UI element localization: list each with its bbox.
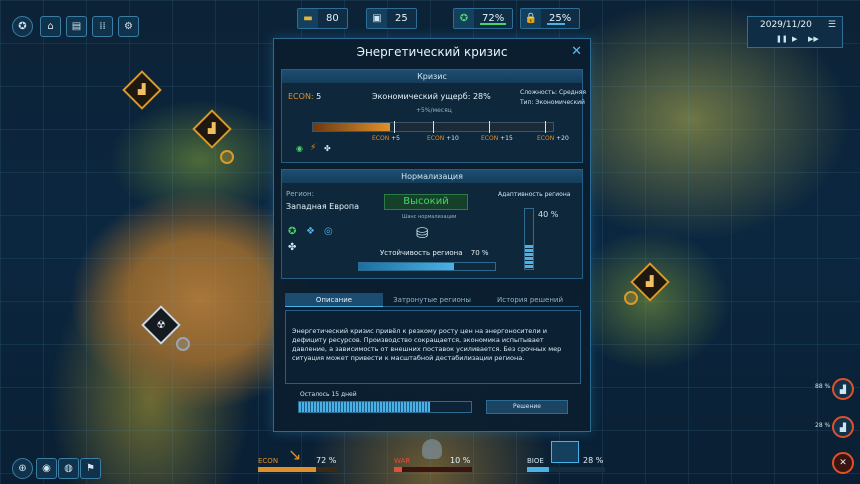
money-icon: ▬ [298, 9, 318, 28]
radiation-icon: ☢ [156, 319, 166, 331]
crisis-header: Кризис [282, 70, 582, 83]
stability-bar [358, 262, 496, 271]
damage-track [312, 121, 554, 133]
resource-money: ▬ 80 [297, 8, 348, 29]
right-indicator-value: 28 % [815, 422, 831, 429]
damage-rate: +5%/месяц [416, 107, 452, 114]
right-indicator-value: 88 % [815, 383, 831, 390]
region-label: Регион: [286, 190, 314, 198]
remaining-time: Осталось 15 дней [300, 391, 357, 398]
region-modifiers: ✪ ❖ ◎ ✤ [286, 226, 350, 258]
war-meter: WAR 10 % [394, 439, 472, 477]
bank-icon[interactable]: ⌂ [40, 16, 61, 37]
crisis-dialog: Энергетический кризис ✕ Кризис ECON: 5 Э… [273, 38, 591, 432]
document-icon[interactable]: ▤ [66, 16, 87, 37]
econ-meter: ECON ↘ 72 % [258, 445, 338, 477]
war-meter-fill [394, 467, 402, 472]
normalization-panel: Нормализация Регион: Западная Европа ✪ ❖… [281, 169, 583, 279]
remaining-bar [298, 401, 472, 413]
factory-alert-icon[interactable]: ▟ [832, 378, 854, 400]
econ-label: ECON: [288, 92, 314, 101]
layers-icon[interactable]: ◉ [36, 458, 57, 479]
damage-label: Экономический ущерб: [372, 92, 471, 101]
list-menu-icon[interactable]: ☰ [828, 20, 836, 30]
game-date: 2029/11/20 [760, 20, 812, 30]
settings-gear-icon[interactable]: ⚙ [118, 16, 139, 37]
stability-label: Устойчивость региона [380, 249, 463, 257]
decision-button[interactable]: Решение [486, 400, 568, 414]
flag-icon[interactable]: ⚑ [80, 458, 101, 479]
bio-meter-fill [527, 467, 549, 472]
tab-description[interactable]: Описание [285, 293, 383, 307]
resource-lock: 🔒 25% [520, 8, 581, 29]
modifier-icon[interactable]: ✤ [288, 242, 296, 253]
factory-icon: ▟ [138, 84, 146, 96]
adaptivity-bar-fill [525, 245, 533, 269]
crisis-type: Тип: Экономический [520, 99, 585, 106]
time-panel: 2029/11/20 ☰ ❚❚ ▶ ▶▶ [747, 16, 843, 48]
damage-track-fill [313, 123, 390, 131]
difficulty: Сложность: Средняя [520, 89, 586, 96]
description-panel: Энергетический кризис привёл к резкому р… [285, 310, 581, 384]
modifier-icon[interactable]: ◎ [324, 226, 333, 237]
tab-decision-history[interactable]: История решений [481, 293, 579, 307]
normalization-header: Нормализация [282, 170, 582, 183]
stability-value: 70 % [470, 249, 489, 257]
location-dot[interactable] [176, 337, 190, 351]
grid-menu-icon[interactable]: ⁞⁞ [92, 16, 113, 37]
location-dot[interactable] [624, 291, 638, 305]
dialog-title: Энергетический кризис [356, 45, 508, 59]
region-name: Западная Европа [286, 202, 360, 211]
bio-meter: BIOE 28 % [527, 441, 605, 477]
remaining-bar-fill [299, 402, 430, 412]
zoom-in-icon[interactable]: ⊕ [12, 458, 33, 479]
description-text: Энергетический кризис привёл к резкому р… [292, 327, 562, 362]
location-dot[interactable] [220, 150, 234, 164]
briefcase-icon: ▣ [367, 9, 387, 28]
effect-icon-bio: ✤ [324, 144, 331, 153]
resource-briefcase: ▣ 25 [366, 8, 417, 29]
factory-alert-icon[interactable]: ▟ [832, 416, 854, 438]
crisis-panel: Кризис ECON: 5 Экономический ущерб: 28% … [281, 69, 586, 163]
laurel-icon: ✪ [454, 9, 474, 28]
normalization-chance: Высокий [384, 194, 468, 210]
factory-icon: ▟ [646, 276, 654, 288]
mushroom-cloud-icon [422, 439, 442, 459]
econ-value: 5 [316, 92, 322, 101]
close-alerts-icon[interactable]: ✕ [832, 452, 854, 474]
adaptivity-value: 40 % [538, 210, 559, 219]
chance-label: Шанс нормализации [402, 214, 457, 220]
globe-icon[interactable]: ◍ [58, 458, 79, 479]
modifier-icon[interactable]: ❖ [306, 226, 315, 237]
adaptivity-bar [524, 208, 534, 270]
damage-value: 28% [472, 92, 491, 101]
approval-icon[interactable]: ✪ [12, 16, 33, 37]
effect-icon-econ: ⚡ [310, 143, 317, 153]
econ-crash-icon: ↘ [288, 445, 302, 464]
fast-forward-icon[interactable]: ▶▶ [808, 35, 819, 43]
resource-approval: ✪ 72% [453, 8, 514, 29]
biohazard-icon [551, 441, 579, 463]
econ-meter-fill [258, 467, 316, 472]
info-tabs: Описание Затронутые регионы История реше… [285, 293, 579, 307]
lock-icon: 🔒 [521, 9, 541, 28]
stability-bar-fill [359, 263, 455, 270]
modifier-icon[interactable]: ✪ [288, 226, 296, 237]
factory-icon: ▟ [208, 123, 216, 135]
coin-stack-icon: ⛁ [416, 224, 429, 242]
tab-affected-regions[interactable]: Затронутые регионы [383, 293, 481, 307]
pause-icon[interactable]: ❚❚ [776, 35, 788, 43]
close-icon[interactable]: ✕ [571, 44, 582, 59]
effect-icon-green: ◉ [296, 144, 303, 153]
play-icon[interactable]: ▶ [792, 35, 797, 43]
adaptivity-label: Адаптивность региона [498, 191, 571, 198]
